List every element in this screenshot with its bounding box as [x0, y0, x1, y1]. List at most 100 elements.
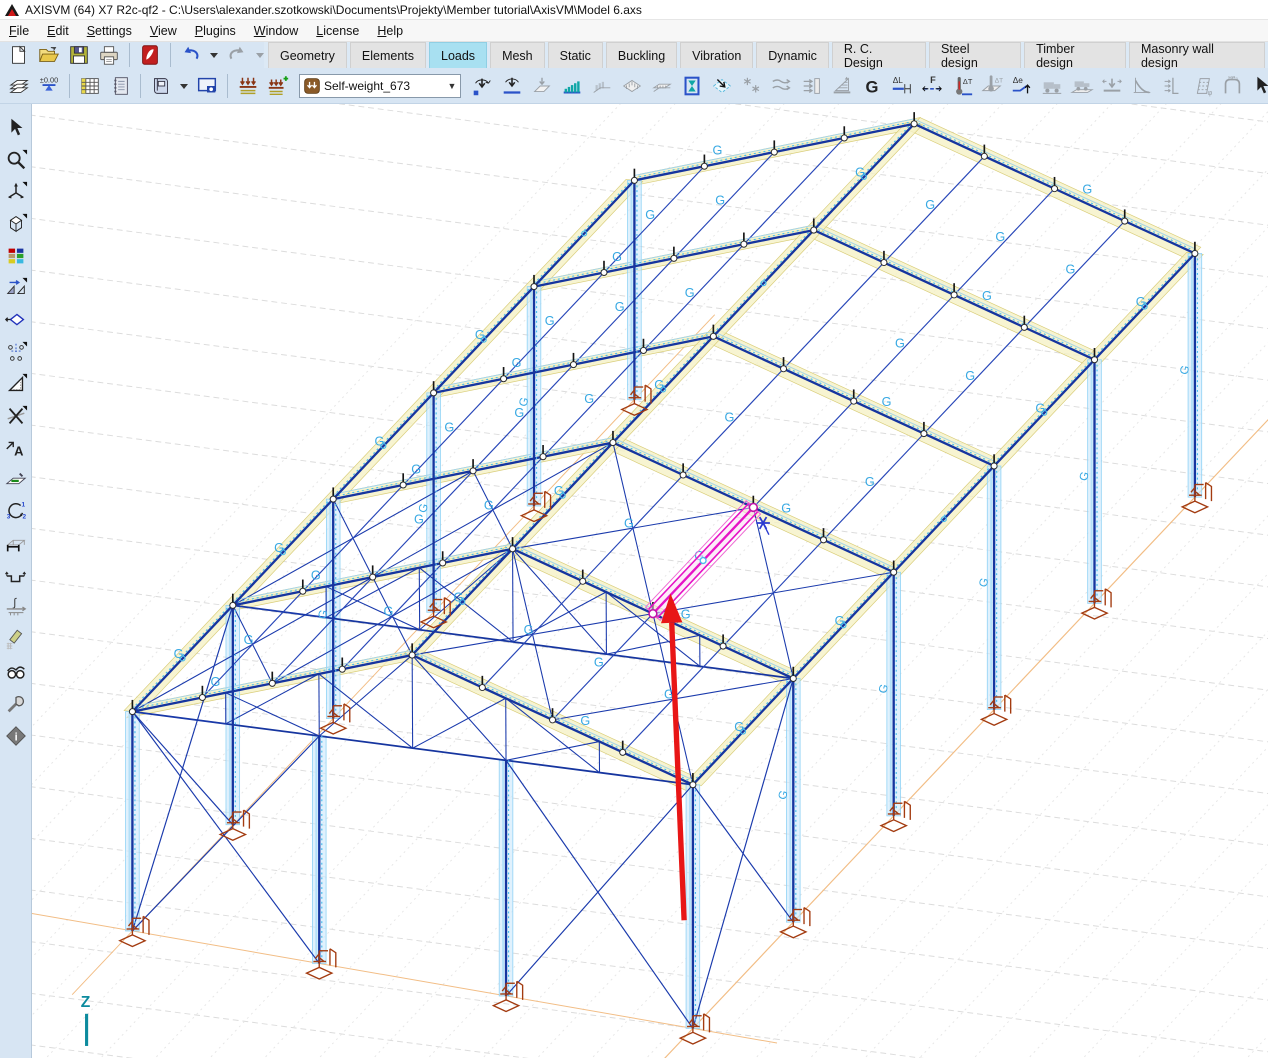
toolbar-row-1: GeometryElementsLoadsMeshStaticBucklingV…	[0, 42, 1268, 68]
sidebar-parts-table[interactable]	[1, 528, 31, 560]
support-displacement-button[interactable]: Δe	[1007, 71, 1037, 101]
tab-loads[interactable]: Loads	[429, 42, 487, 68]
svg-text:±0.00: ±0.00	[40, 75, 58, 84]
layers-button[interactable]	[4, 71, 34, 101]
sidebar-options-settings[interactable]	[1, 688, 31, 720]
menu-file[interactable]: File	[0, 22, 38, 40]
variable-line-load-button[interactable]	[557, 71, 587, 101]
thermal-load-on-beams-button[interactable]: ΔT	[947, 71, 977, 101]
svg-text:G: G	[1066, 263, 1076, 277]
sidebar-zoom-tools[interactable]	[1, 144, 31, 176]
snow-load-panel-button[interactable]	[707, 71, 737, 101]
sidebar-section-segment[interactable]: ∫	[1, 592, 31, 624]
nodal-load-button[interactable]	[467, 71, 497, 101]
tab-steel-design[interactable]: Steel design	[929, 42, 1021, 68]
undo-button[interactable]	[176, 40, 206, 70]
member-line-load-button	[527, 71, 557, 101]
svg-text:G: G	[925, 198, 935, 212]
sidebar-dimension-text[interactable]: A	[1, 432, 31, 464]
load-case-icon	[303, 77, 321, 95]
menu-settings[interactable]: Settings	[78, 22, 141, 40]
new-model-button[interactable]	[4, 40, 34, 70]
tab-masonry-wall-design[interactable]: Masonry wall design	[1129, 42, 1265, 68]
report-maker-button[interactable]	[105, 71, 135, 101]
sidebar-background-layer-edit[interactable]	[1, 464, 31, 496]
tab-mesh[interactable]: Mesh	[490, 42, 545, 68]
sidebar-geometric-transformations[interactable]	[1, 272, 31, 304]
chevron-down-icon[interactable]: ▼	[444, 81, 460, 91]
tension-compression-button[interactable]: F	[917, 71, 947, 101]
menu-help[interactable]: Help	[368, 22, 412, 40]
print-button[interactable]	[94, 40, 124, 70]
select-pointer-button[interactable]	[1247, 71, 1268, 101]
undo-history-caret[interactable]	[206, 40, 222, 70]
menu-plugins[interactable]: Plugins	[186, 22, 245, 40]
tab-r-c-design[interactable]: R. C. Design	[832, 42, 926, 68]
edge-load-button	[587, 71, 617, 101]
svg-text:G: G	[584, 392, 594, 406]
sidebar-nodal-dof[interactable]	[1, 336, 31, 368]
file-toolbar	[0, 42, 264, 68]
tab-timber-design[interactable]: Timber design	[1024, 42, 1126, 68]
save-screenshot-button[interactable]	[192, 71, 222, 101]
svg-text:G: G	[781, 501, 791, 515]
sidebar-geometry-tools[interactable]	[1, 368, 31, 400]
svg-text:G: G	[882, 395, 892, 409]
svg-text:G: G	[895, 336, 905, 350]
svg-text:G: G	[414, 512, 424, 526]
svg-text:G: G	[1082, 183, 1092, 197]
sidebar-move-handle[interactable]	[1, 304, 31, 336]
svg-text:G: G	[383, 605, 393, 619]
open-model-button[interactable]	[34, 40, 64, 70]
self-weight-button[interactable]: G	[857, 71, 887, 101]
tab-vibration[interactable]: Vibration	[680, 42, 753, 68]
load-panel-button[interactable]	[677, 71, 707, 101]
sidebar-color-coding[interactable]	[1, 240, 31, 272]
svg-text:G: G	[612, 250, 622, 264]
ground-grid	[32, 104, 1268, 1058]
sidebar-workplanes[interactable]	[1, 208, 31, 240]
table-browser-button[interactable]	[75, 71, 105, 101]
sidebar-find-tool[interactable]	[1, 624, 31, 656]
snow-load-button	[737, 71, 767, 101]
pdf-export-button[interactable]	[135, 40, 165, 70]
sidebar-model-info[interactable]: i	[1, 720, 31, 752]
tab-static[interactable]: Static	[548, 42, 603, 68]
save-model-button[interactable]	[64, 40, 94, 70]
svg-text:1: 1	[21, 501, 25, 508]
menu-view[interactable]: View	[141, 22, 186, 40]
svg-text:G: G	[615, 300, 625, 314]
svg-text:Δe: Δe	[1013, 75, 1024, 85]
sidebar-delete-tools[interactable]	[1, 400, 31, 432]
svg-text:G: G	[1136, 295, 1146, 309]
sidebar-renumbering[interactable]: 123	[1, 496, 31, 528]
menu-edit[interactable]: Edit	[38, 22, 78, 40]
sidebar-section-polyline[interactable]	[1, 560, 31, 592]
tab-geometry[interactable]: Geometry	[268, 42, 347, 68]
sidebar-selection-arrow[interactable]	[1, 112, 31, 144]
tab-elements[interactable]: Elements	[350, 42, 426, 68]
tab-buckling[interactable]: Buckling	[606, 42, 677, 68]
surface-load-button	[617, 71, 647, 101]
member-point-load-button[interactable]	[497, 71, 527, 101]
selected-member[interactable]	[646, 501, 761, 621]
material-library-caret[interactable]	[176, 71, 192, 101]
svg-text:G: G	[594, 655, 604, 669]
load-case-value: Self-weight_673	[324, 79, 444, 93]
svg-text:G: G	[580, 714, 590, 728]
menu-license[interactable]: License	[307, 22, 368, 40]
tab-dynamic[interactable]: Dynamic	[756, 42, 829, 68]
sidebar-display-options[interactable]	[1, 656, 31, 688]
sidebar-view-directions[interactable]	[1, 176, 31, 208]
length-fault-button[interactable]: ΔL	[887, 71, 917, 101]
elevation-level-button[interactable]: ±0.00	[34, 71, 64, 101]
load-cases-button[interactable]	[233, 71, 263, 101]
svg-text:G: G	[645, 208, 655, 222]
material-library-button[interactable]	[146, 71, 176, 101]
menu-window[interactable]: Window	[245, 22, 307, 40]
supports	[120, 385, 1212, 1044]
load-groups-button[interactable]	[263, 71, 293, 101]
thermal-load-on-surface-button: ΔT	[977, 71, 1007, 101]
load-case-selector[interactable]: Self-weight_673▼	[299, 74, 461, 98]
model-canvas[interactable]: GGGGGGGGGGGGGGGGGGGGGGGGGGGGGGGGGGGGGGGG…	[32, 104, 1268, 1058]
